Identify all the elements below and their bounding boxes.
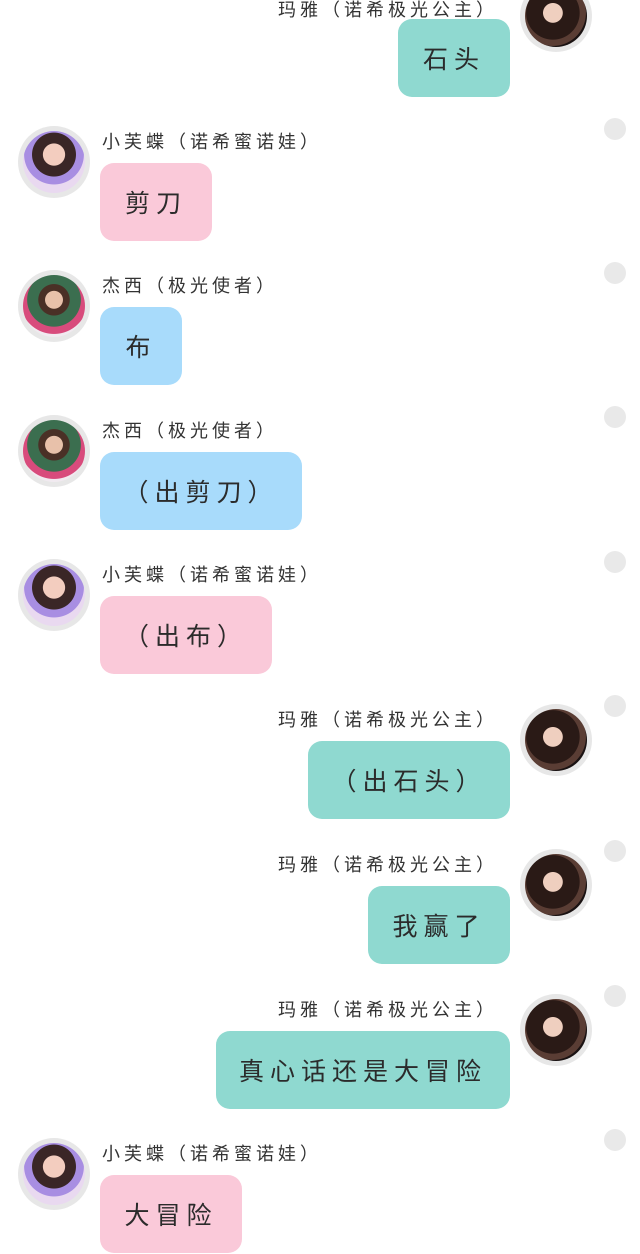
jiexi-avatar[interactable] [18, 270, 90, 342]
message-bubble[interactable]: 真心话还是大冒险 [216, 1031, 510, 1109]
message-status-dot [604, 262, 626, 284]
message-bubble[interactable]: 剪刀 [100, 163, 212, 241]
sender-name: 玛雅（诺希极光公主） [278, 710, 498, 731]
maya-avatar[interactable] [520, 704, 592, 776]
maya-avatar[interactable] [520, 994, 592, 1066]
message-status-dot [604, 985, 626, 1007]
message-status-dot [604, 695, 626, 717]
message-status-dot [604, 406, 626, 428]
xiaofudie-avatar[interactable] [18, 1138, 90, 1210]
message-status-dot [604, 1129, 626, 1151]
message-bubble[interactable]: 大冒险 [100, 1175, 242, 1253]
xiaofudie-avatar[interactable] [18, 559, 90, 631]
sender-name: 玛雅（诺希极光公主） [278, 1000, 498, 1021]
sender-name: 小芙蝶（诺希蜜诺娃） [102, 1144, 322, 1165]
jiexi-avatar[interactable] [18, 415, 90, 487]
message-status-dot [604, 840, 626, 862]
sender-name: 小芙蝶（诺希蜜诺娃） [102, 565, 322, 586]
message-bubble[interactable]: （出剪刀） [100, 452, 302, 530]
sender-name: 玛雅（诺希极光公主） [278, 855, 498, 876]
sender-name: 小芙蝶（诺希蜜诺娃） [102, 132, 322, 153]
maya-avatar[interactable] [520, 0, 592, 52]
xiaofudie-avatar[interactable] [18, 126, 90, 198]
message-status-dot [604, 118, 626, 140]
sender-name: 杰西（极光使者） [102, 421, 278, 442]
maya-avatar[interactable] [520, 849, 592, 921]
message-bubble[interactable]: 我赢了 [368, 886, 510, 964]
message-bubble[interactable]: 石头 [398, 19, 510, 97]
message-status-dot [604, 551, 626, 573]
message-bubble[interactable]: （出石头） [308, 741, 510, 819]
message-bubble[interactable]: 布 [100, 307, 182, 385]
sender-name: 杰西（极光使者） [102, 276, 278, 297]
message-bubble[interactable]: （出布） [100, 596, 272, 674]
